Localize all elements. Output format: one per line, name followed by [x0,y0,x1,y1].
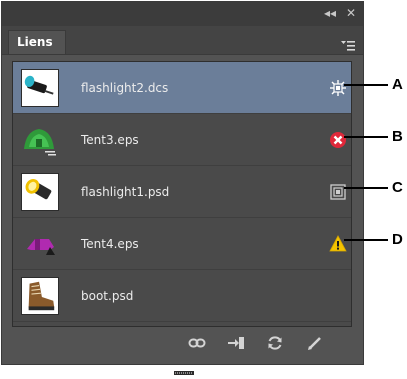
list-item[interactable]: Tent3.eps [13,114,351,166]
tab-links[interactable]: Liens [8,30,66,54]
boot-thumbnail [21,277,59,315]
collapse-panel-icon[interactable]: ◂◂ [324,6,336,20]
go-to-link-icon[interactable] [227,334,245,352]
panel-tab-row: Liens [2,26,363,55]
relink-icon[interactable] [188,334,206,352]
embedded-link-icon[interactable] [329,183,347,201]
list-item[interactable]: boot.psd [13,270,351,322]
resize-grip-icon[interactable] [174,360,194,375]
links-panel: ◂◂ ✕ Liens flashlight2.dcs Tent3.eps fla… [1,1,364,375]
file-name: boot.psd [81,289,134,303]
callout-label-b: B [392,128,403,145]
callout-label-a: A [392,76,403,93]
callout-line-b [344,136,388,138]
callout-label-d: D [392,231,403,248]
file-name: flashlight2.dcs [81,81,169,95]
callout-line-c [344,187,388,189]
callout-line-d [344,239,388,241]
file-name: Tent3.eps [81,133,139,147]
missing-link-icon[interactable] [329,131,347,149]
modified-embedded-icon[interactable] [329,79,347,97]
flashlight-thumbnail [21,173,59,211]
file-name: flashlight1.psd [81,185,170,199]
warning-icon[interactable] [329,235,347,253]
list-item[interactable]: flashlight1.psd [13,166,351,218]
flashlight-thumbnail [21,69,59,107]
panel-titlebar: ◂◂ ✕ [2,2,363,26]
close-panel-icon[interactable]: ✕ [346,6,356,20]
links-list: flashlight2.dcs Tent3.eps flashlight1.ps… [12,61,352,327]
tent-thumbnail [21,121,59,159]
update-link-icon[interactable] [266,334,284,352]
file-name: Tent4.eps [81,237,139,251]
edit-original-icon[interactable] [306,334,324,352]
callout-label-c: C [392,179,403,196]
list-item[interactable]: flashlight2.dcs [13,62,351,114]
list-item[interactable]: Tent4.eps [13,218,351,270]
panel-toolbar [2,328,363,358]
panel-menu-icon[interactable] [341,36,355,51]
tent-thumbnail [21,225,59,263]
callout-line-a [344,84,388,86]
